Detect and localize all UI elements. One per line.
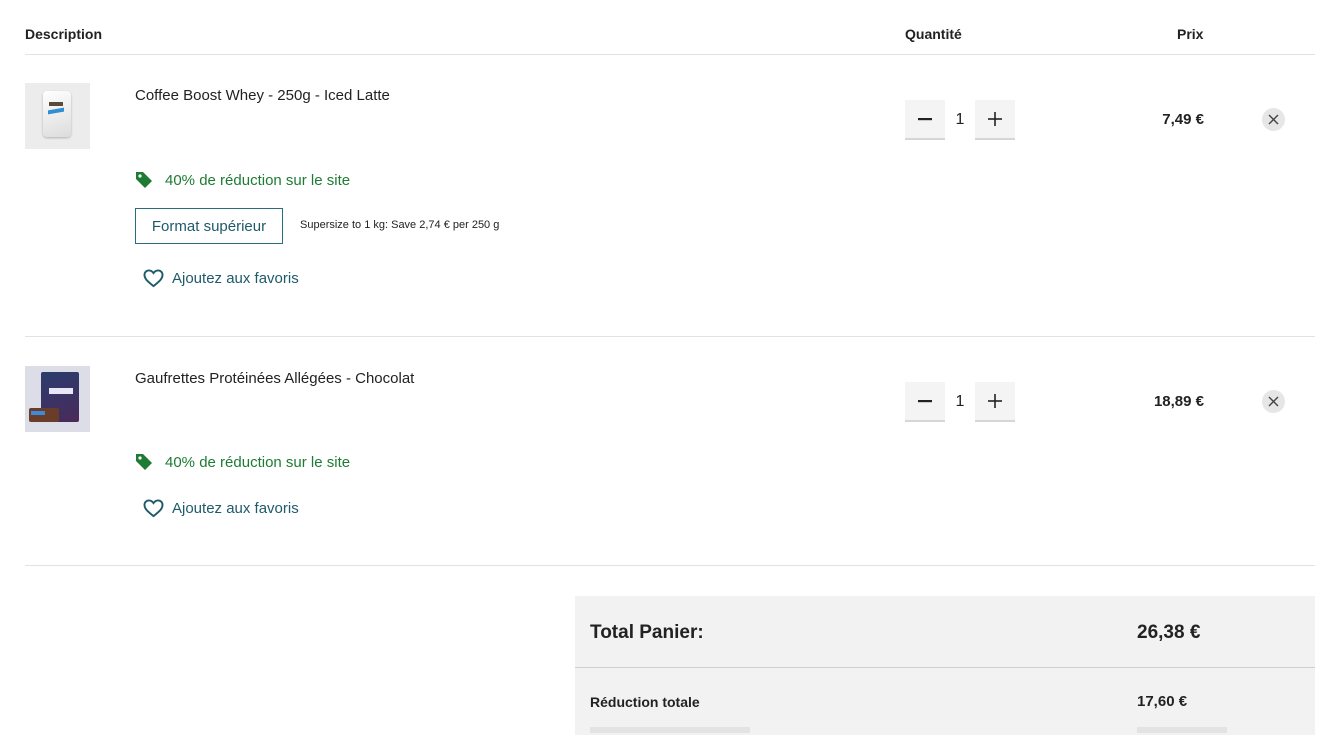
close-icon bbox=[1268, 396, 1279, 407]
heart-outline-icon bbox=[143, 499, 164, 518]
column-header-quantity: Quantité bbox=[905, 26, 962, 42]
increase-quantity-button[interactable] bbox=[975, 382, 1015, 422]
favorites-label: Ajoutez aux favoris bbox=[172, 500, 299, 517]
promo-badge: 40% de réduction sur le site bbox=[135, 171, 350, 189]
favorites-label: Ajoutez aux favoris bbox=[172, 270, 299, 287]
price-tag-icon bbox=[136, 172, 152, 188]
minus-icon bbox=[918, 400, 932, 403]
remove-item-button[interactable] bbox=[1262, 390, 1285, 413]
column-header-description: Description bbox=[25, 26, 103, 42]
column-header-price: Prix bbox=[1177, 26, 1204, 42]
upsell-note: Supersize to 1 kg: Save 2,74 € per 250 g bbox=[300, 219, 500, 231]
item-price: 7,49 € bbox=[1162, 111, 1204, 128]
item-divider bbox=[25, 336, 1315, 337]
close-icon bbox=[1268, 114, 1279, 125]
summary-divider bbox=[575, 667, 1315, 668]
add-to-favorites-link[interactable]: Ajoutez aux favoris bbox=[143, 499, 299, 518]
decrease-quantity-button[interactable] bbox=[905, 382, 945, 422]
quantity-value[interactable]: 1 bbox=[945, 111, 975, 129]
minus-icon bbox=[918, 118, 932, 121]
item-divider bbox=[25, 565, 1315, 566]
truncated-row-placeholder bbox=[1137, 727, 1227, 733]
promo-text: 40% de réduction sur le site bbox=[165, 453, 351, 471]
header-divider bbox=[25, 54, 1315, 55]
plus-icon bbox=[988, 394, 1002, 408]
promo-text: 40% de réduction sur le site bbox=[165, 171, 351, 189]
decrease-quantity-button[interactable] bbox=[905, 100, 945, 140]
truncated-row-placeholder bbox=[590, 727, 750, 733]
price-tag-icon bbox=[136, 454, 152, 470]
product-title[interactable]: Gaufrettes Protéinées Allégées - Chocola… bbox=[135, 370, 414, 387]
increase-quantity-button[interactable] bbox=[975, 100, 1015, 140]
cart-summary: Total Panier: 26,38 € Réduction totale 1… bbox=[575, 596, 1315, 735]
add-to-favorites-link[interactable]: Ajoutez aux favoris bbox=[143, 269, 299, 288]
cart-total-label: Total Panier: bbox=[590, 622, 704, 643]
remove-item-button[interactable] bbox=[1262, 108, 1285, 131]
product-image-coffee-boost-whey[interactable] bbox=[25, 83, 90, 149]
item-price: 18,89 € bbox=[1153, 393, 1204, 410]
quantity-stepper: 1 bbox=[905, 382, 1015, 422]
product-image-protein-wafers[interactable] bbox=[25, 366, 90, 432]
quantity-value[interactable]: 1 bbox=[945, 393, 975, 411]
total-discount-label: Réduction totale bbox=[590, 694, 700, 710]
quantity-stepper: 1 bbox=[905, 100, 1015, 140]
product-title[interactable]: Coffee Boost Whey - 250g - Iced Latte bbox=[135, 87, 390, 104]
promo-badge: 40% de réduction sur le site bbox=[135, 453, 350, 471]
upsell-format-button[interactable]: Format supérieur bbox=[135, 208, 283, 244]
total-discount-value: 17,60 € bbox=[1137, 693, 1188, 710]
cart-total-value: 26,38 € bbox=[1137, 622, 1201, 643]
heart-outline-icon bbox=[143, 269, 164, 288]
plus-icon bbox=[988, 112, 1002, 126]
